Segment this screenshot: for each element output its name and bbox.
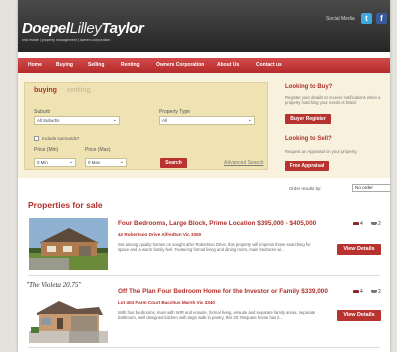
- order-results-label: Order results by:: [289, 186, 322, 191]
- chevron-down-icon: ⌄: [112, 117, 117, 123]
- bath-icon: [371, 222, 377, 226]
- property-search-box: buying renting Suburb All Suburbs ⌄ Prop…: [24, 82, 268, 170]
- page: DoepelLilleyTaylor real estate | propert…: [18, 0, 390, 352]
- logo-word-3: Taylor: [101, 20, 144, 37]
- site-tagline: real estate | property management | owne…: [22, 38, 111, 42]
- logo-word-2: Lilley: [69, 20, 102, 37]
- nav-owners-corporation[interactable]: Owners Corporation: [156, 62, 204, 68]
- price-max-select[interactable]: 0 Max ⌄: [85, 158, 127, 167]
- chevron-down-icon: ⌄: [68, 159, 73, 165]
- listing-card: "The Violeta 20.75" Off The Plan Four Be…: [18, 279, 390, 349]
- bed-count: 4: [353, 221, 363, 227]
- listing-photo-caption: "The Violeta 20.75": [26, 281, 82, 289]
- view-details-button[interactable]: View Details: [337, 244, 381, 255]
- listing-description: With four bedrooms, main with WIR and en…: [118, 310, 316, 321]
- chevron-down-icon: ⌄: [119, 159, 124, 165]
- bath-count: 2: [371, 289, 381, 295]
- nav-selling[interactable]: Selling: [88, 62, 104, 68]
- site-logo[interactable]: DoepelLilleyTaylor: [22, 20, 144, 37]
- price-max-value: 0 Max: [88, 160, 100, 165]
- facebook-icon[interactable]: f: [376, 13, 387, 24]
- suburb-select[interactable]: All Suburbs ⌄: [34, 116, 120, 125]
- listing-description: Set among quality homes on sought after …: [118, 242, 311, 253]
- logo-word-1: Doepel: [22, 20, 70, 37]
- nav-renting[interactable]: Renting: [121, 62, 140, 68]
- chevron-down-icon: ⌄: [247, 117, 252, 123]
- bed-count-value: 4: [360, 289, 363, 295]
- sell-cta-title: Looking to Sell?: [285, 136, 332, 142]
- bath-count: 2: [371, 221, 381, 227]
- property-photo[interactable]: [29, 291, 108, 343]
- buyer-register-button[interactable]: Buyer Register: [285, 114, 331, 124]
- nav-buying[interactable]: Buying: [56, 62, 73, 68]
- hero-section: buying renting Suburb All Suburbs ⌄ Prop…: [18, 73, 390, 178]
- bath-count-value: 2: [378, 221, 381, 227]
- price-min-select[interactable]: 0 Min ⌄: [34, 158, 76, 167]
- nav-contact-us[interactable]: Contact us: [256, 62, 282, 68]
- section-title: Properties for sale: [28, 200, 103, 210]
- twitter-icon[interactable]: t: [361, 13, 372, 24]
- property-photo[interactable]: [29, 218, 108, 270]
- house-render-icon: [29, 291, 108, 343]
- property-type-label: Property Type: [159, 109, 191, 115]
- bath-icon: [371, 290, 377, 294]
- property-type-select[interactable]: All ⌄: [159, 116, 255, 125]
- suburb-label: Suburb: [34, 109, 51, 115]
- bed-icon: [353, 222, 359, 226]
- buy-cta-title: Looking to Buy?: [285, 84, 333, 90]
- buy-cta-text: Register your details to receive notific…: [285, 95, 381, 106]
- order-results-select[interactable]: No order ⌄: [352, 184, 390, 192]
- bed-count-value: 4: [360, 221, 363, 227]
- price-min-value: 0 Min: [37, 160, 48, 165]
- tab-buying[interactable]: buying: [34, 87, 57, 94]
- nav-home[interactable]: Home: [28, 62, 42, 68]
- price-min-label: Price (Min): [34, 147, 59, 153]
- site-header: DoepelLilleyTaylor real estate | propert…: [18, 0, 390, 52]
- order-results-value: No order: [355, 185, 373, 190]
- sidebar-ctas: Looking to Buy? Register your details to…: [270, 73, 386, 178]
- include-surrounds-label: Include surrounds?: [42, 136, 80, 141]
- listing-divider: [28, 275, 380, 276]
- suburb-value: All Suburbs: [37, 118, 60, 123]
- social-media-label: Social Media: [326, 16, 355, 22]
- property-type-value: All: [162, 118, 167, 123]
- tab-renting[interactable]: renting: [67, 87, 91, 94]
- listing-title[interactable]: Four Bedrooms, Large Block, Prime Locati…: [118, 220, 316, 227]
- sell-cta-text: Request an Appraisal on your property.: [285, 149, 358, 154]
- free-appraisal-button[interactable]: Free Appraisal: [285, 161, 329, 171]
- search-button[interactable]: Search: [160, 158, 187, 168]
- bath-count-value: 2: [378, 289, 381, 295]
- listing-address: 42 Robertson Drive Alfredton Vic 3350: [118, 232, 202, 237]
- main-nav: Home Buying Selling Renting Owners Corpo…: [18, 58, 390, 73]
- listing-address: Lot 404 Farm Court Bacchus Marsh Vic 334…: [118, 300, 215, 305]
- listing-card: Four Bedrooms, Large Block, Prime Locati…: [18, 210, 390, 280]
- view-details-button[interactable]: View Details: [337, 310, 381, 321]
- house-photo-icon: [29, 218, 108, 270]
- listing-title[interactable]: Off The Plan Four Bedroom Home for the I…: [118, 288, 328, 295]
- advanced-search-link[interactable]: Advanced Search: [224, 160, 263, 166]
- nav-about-us[interactable]: About Us: [217, 62, 239, 68]
- bed-count: 4: [353, 289, 363, 295]
- include-surrounds-checkbox[interactable]: [34, 136, 39, 141]
- price-max-label: Price (Max): [85, 147, 111, 153]
- listing-divider: [28, 347, 380, 348]
- social-media-links: Social Media t f: [318, 12, 389, 27]
- bed-icon: [353, 290, 359, 294]
